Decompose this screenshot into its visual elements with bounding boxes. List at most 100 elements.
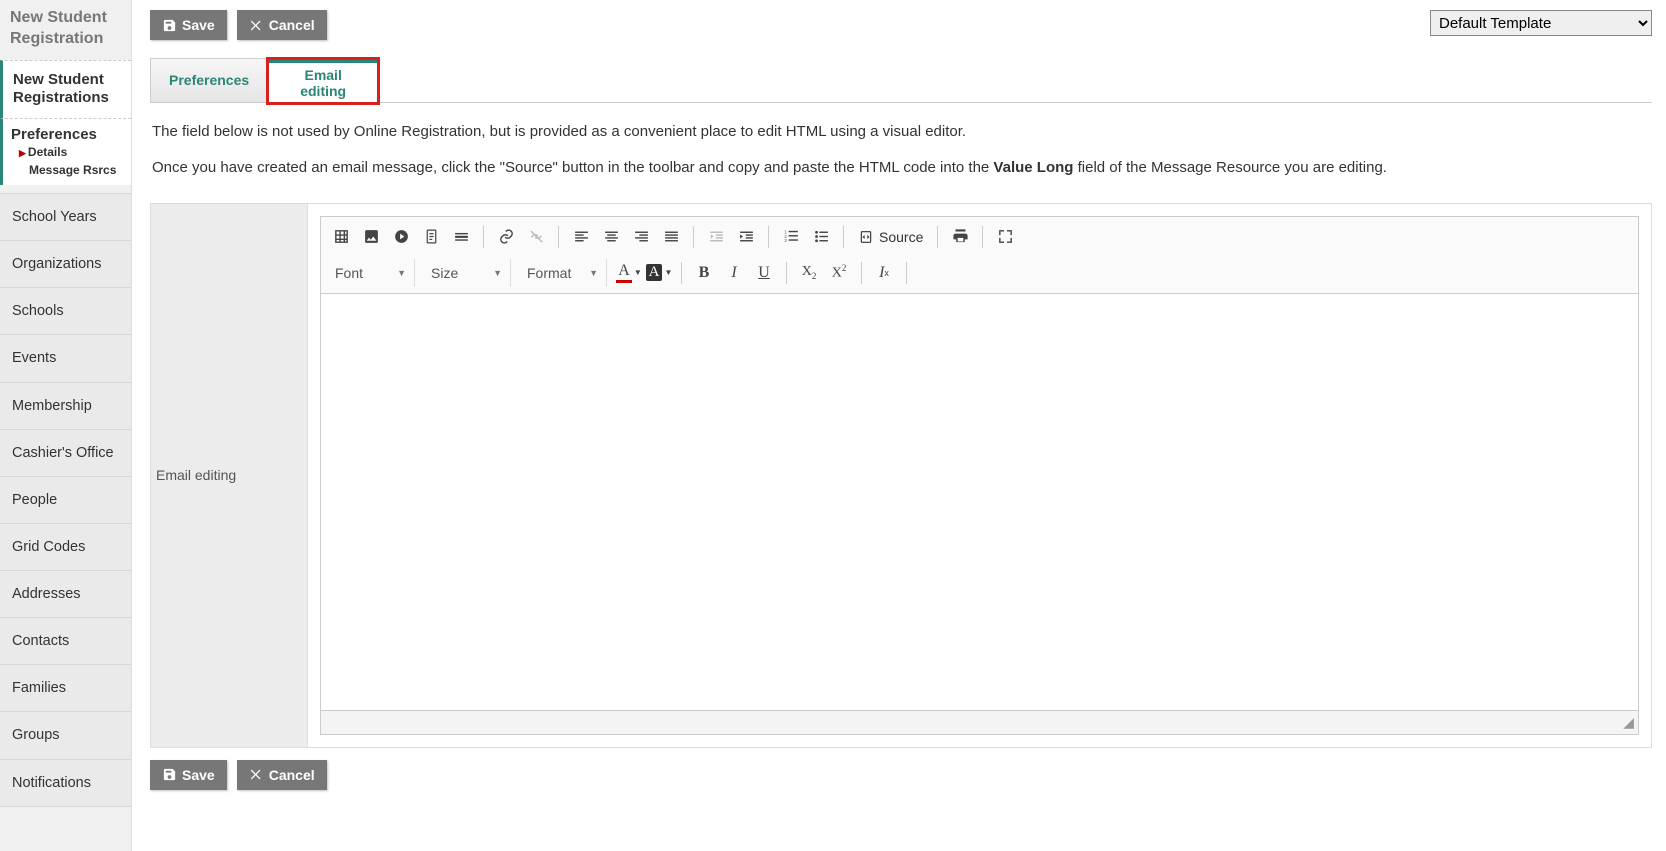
sidebar-pref-label[interactable]: Preferences [11, 126, 123, 143]
ck-content-area[interactable] [320, 294, 1639, 711]
unlink-icon[interactable] [522, 223, 550, 251]
horizontal-line-icon[interactable] [447, 223, 475, 251]
subscript-icon[interactable]: X2 [795, 259, 823, 287]
caret-icon: ▶ [19, 148, 26, 158]
save-label: Save [182, 17, 215, 33]
cancel-label: Cancel [269, 767, 315, 783]
sidebar-item-cashiers-office[interactable]: Cashier's Office [0, 430, 131, 477]
page-break-icon[interactable] [417, 223, 445, 251]
top-actions-row: Save Cancel Default Template [150, 10, 1652, 40]
table-icon[interactable] [327, 223, 355, 251]
outdent-icon[interactable] [702, 223, 730, 251]
size-combo-label: Size [431, 265, 458, 281]
align-center-icon[interactable] [597, 223, 625, 251]
separator [982, 226, 983, 248]
format-combo[interactable]: Format▼ [519, 259, 607, 287]
sidebar-item-new-student-registrations[interactable]: New Student Registrations [0, 60, 131, 119]
template-select[interactable]: Default Template [1430, 10, 1652, 36]
editor-side-label-text: Email editing [156, 467, 236, 483]
source-label: Source [879, 229, 923, 245]
bulleted-list-icon[interactable] [807, 223, 835, 251]
sidebar-item-grid-codes[interactable]: Grid Codes [0, 524, 131, 571]
cancel-label: Cancel [269, 17, 315, 33]
separator [768, 226, 769, 248]
embed-icon[interactable] [387, 223, 415, 251]
source-button[interactable]: Source [852, 223, 929, 251]
p2b: Value Long [993, 159, 1073, 176]
main-content: Save Cancel Default Template Preferences… [132, 0, 1666, 851]
cancel-button-bottom[interactable]: Cancel [237, 760, 327, 790]
cancel-button[interactable]: Cancel [237, 10, 327, 40]
numbered-list-icon[interactable]: 123 [777, 223, 805, 251]
sidebar-pref-details[interactable]: ▶Details [11, 143, 123, 161]
link-icon[interactable] [492, 223, 520, 251]
sidebar-item-contacts[interactable]: Contacts [0, 618, 131, 665]
save-button-bottom[interactable]: Save [150, 760, 227, 790]
ck-row-1: 123 Source [327, 221, 1632, 253]
text-color-icon[interactable]: A▼ [615, 259, 643, 287]
active-section-l1: New Student [13, 71, 104, 88]
separator [861, 262, 862, 284]
sidebar-item-school-years[interactable]: School Years [0, 193, 131, 241]
separator [693, 226, 694, 248]
sidebar-preferences-group: Preferences ▶Details Message Rsrcs [0, 118, 131, 185]
print-icon[interactable] [946, 223, 974, 251]
italic-icon[interactable]: I [720, 259, 748, 287]
align-left-icon[interactable] [567, 223, 595, 251]
save-icon [162, 18, 177, 33]
size-combo[interactable]: Size ▼ [423, 259, 511, 287]
sidebar-item-events[interactable]: Events [0, 335, 131, 382]
sidebar-item-addresses[interactable]: Addresses [0, 571, 131, 618]
resize-handle-icon[interactable]: ◢ [1623, 714, 1634, 731]
editor-main: 123 Source Font ▼ Size ▼ Format▼ [308, 204, 1651, 747]
pref-sub2-label: Message Rsrcs [29, 163, 116, 177]
bold-icon[interactable]: B [690, 259, 718, 287]
sidebar-item-membership[interactable]: Membership [0, 383, 131, 430]
ck-footer: ◢ [320, 711, 1639, 735]
app-title-line1: New Student [10, 9, 107, 26]
p2a: Once you have created an email message, … [152, 159, 993, 176]
separator [558, 226, 559, 248]
chevron-down-icon: ▼ [397, 268, 406, 278]
font-combo[interactable]: Font ▼ [327, 259, 415, 287]
p2c: field of the Message Resource you are ed… [1073, 159, 1387, 176]
sidebar-item-families[interactable]: Families [0, 665, 131, 712]
sidebar: New Student Registration New Student Reg… [0, 0, 132, 851]
sidebar-item-organizations[interactable]: Organizations [0, 241, 131, 288]
sidebar-item-people[interactable]: People [0, 477, 131, 524]
editor-wrapper: Email editing [150, 203, 1652, 748]
sidebar-item-schools[interactable]: Schools [0, 288, 131, 335]
instructions: The field below is not used by Online Re… [152, 121, 1650, 179]
separator [843, 226, 844, 248]
app-title: New Student Registration [0, 0, 131, 52]
tab-email-l1: Email [304, 67, 341, 83]
align-justify-icon[interactable] [657, 223, 685, 251]
bg-color-icon[interactable]: A▼ [645, 259, 673, 287]
chevron-down-icon: ▼ [493, 268, 502, 278]
font-combo-label: Font [335, 265, 363, 281]
close-icon [249, 18, 264, 33]
indent-icon[interactable] [732, 223, 760, 251]
pref-sub1-label: Details [28, 145, 67, 159]
instructions-p1: The field below is not used by Online Re… [152, 121, 1650, 143]
sidebar-item-notifications[interactable]: Notifications [0, 760, 131, 807]
maximize-icon[interactable] [991, 223, 1019, 251]
underline-icon[interactable]: U [750, 259, 778, 287]
separator [786, 262, 787, 284]
align-right-icon[interactable] [627, 223, 655, 251]
separator [906, 262, 907, 284]
sidebar-item-groups[interactable]: Groups [0, 712, 131, 759]
superscript-icon[interactable]: X2 [825, 259, 853, 287]
tabs: Preferences Email editing [150, 58, 1652, 103]
save-button[interactable]: Save [150, 10, 227, 40]
tab-email-editing[interactable]: Email editing [268, 59, 378, 103]
sidebar-pref-message-rsrcs[interactable]: Message Rsrcs [11, 161, 123, 179]
editor-side-label: Email editing [151, 204, 308, 747]
tab-preferences[interactable]: Preferences [150, 58, 268, 102]
image-icon[interactable] [357, 223, 385, 251]
remove-format-icon[interactable]: Ix [870, 259, 898, 287]
ck-toolbar: 123 Source Font ▼ Size ▼ Format▼ [320, 216, 1639, 294]
instructions-p2: Once you have created an email message, … [152, 157, 1650, 179]
separator [681, 262, 682, 284]
svg-text:3: 3 [784, 238, 787, 243]
